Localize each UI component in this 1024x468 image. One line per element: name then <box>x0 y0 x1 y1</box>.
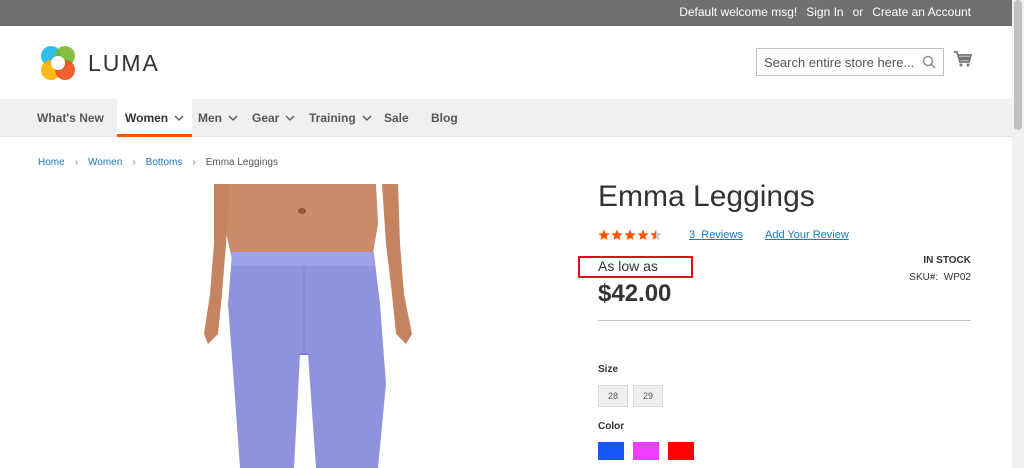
nav-item-label: Men <box>198 111 222 125</box>
search-icon[interactable] <box>922 55 936 69</box>
search-input[interactable] <box>757 49 917 75</box>
nav-item-label: What's New <box>37 111 104 125</box>
nav-item-blog[interactable]: Blog <box>431 99 458 137</box>
breadcrumb-separator-icon: › <box>74 157 79 168</box>
star-icon <box>598 229 610 240</box>
size-label: Size <box>598 364 619 375</box>
stock-status: In stock <box>923 255 971 266</box>
breadcrumb-separator-icon: › <box>192 157 196 168</box>
logo[interactable]: LUMA <box>38 43 160 83</box>
chevron-down-icon <box>228 115 238 121</box>
nav-item-gear[interactable]: Gear <box>252 99 295 137</box>
nav-item-training[interactable]: Training <box>309 99 372 137</box>
color-option-blue[interactable] <box>598 442 624 460</box>
logo-text: LUMA <box>88 49 160 76</box>
size-option-29[interactable]: 29 <box>633 385 663 407</box>
nav-item-sale[interactable]: Sale <box>384 99 409 137</box>
breadcrumb-women[interactable]: Women <box>88 157 122 168</box>
star-icon <box>611 229 623 240</box>
rating-stars <box>598 229 662 241</box>
color-label: Color <box>598 421 625 432</box>
breadcrumb: Home › Women › Bottoms › Emma Leggings <box>38 157 278 168</box>
reviews-label: Reviews <box>701 229 743 241</box>
nav-item-label: Gear <box>252 111 280 125</box>
scrollbar-thumb[interactable] <box>1014 0 1022 130</box>
header: LUMA <box>0 26 1012 99</box>
luma-logo-icon <box>41 46 75 80</box>
sku-label: SKU#: <box>909 272 939 283</box>
sku-value: WP02 <box>943 272 971 283</box>
welcome-message: Default welcome msg! <box>679 5 798 19</box>
highlight-box <box>578 256 693 278</box>
nav-item-label: Blog <box>431 111 458 125</box>
create-account-link[interactable]: Create an Account <box>872 5 971 19</box>
product-price: $42.00 <box>598 280 672 307</box>
top-bar: Default welcome msg! Sign In or Create a… <box>0 0 1024 26</box>
breadcrumb-current: Emma Leggings <box>205 157 278 168</box>
nav-item-label: Training <box>309 111 356 125</box>
divider <box>598 320 971 321</box>
scrollbar[interactable] <box>1012 0 1024 468</box>
nav-item-men[interactable]: Men <box>198 99 238 137</box>
or-text: or <box>852 5 864 19</box>
cart-icon[interactable] <box>954 51 972 67</box>
color-option-red[interactable] <box>668 442 694 460</box>
nav-item-label: Sale <box>384 111 409 125</box>
star-icon <box>650 229 662 240</box>
chevron-down-icon <box>285 115 295 121</box>
reviews-link[interactable]: 3 Reviews <box>689 229 743 241</box>
product-image[interactable] <box>196 184 426 468</box>
star-icon <box>624 229 636 240</box>
breadcrumb-home[interactable]: Home <box>38 157 65 168</box>
breadcrumb-separator-icon: › <box>132 157 136 168</box>
main-nav: What's New Women Men Gear Training Sale … <box>0 99 1012 137</box>
search-box <box>756 48 944 76</box>
product-photo <box>196 184 426 468</box>
color-option-purple[interactable] <box>633 442 659 460</box>
product-title: Emma Leggings <box>598 180 815 213</box>
chevron-down-icon <box>362 115 372 121</box>
nav-item-label: Women <box>125 111 169 125</box>
nav-item-women[interactable]: Women <box>117 99 193 137</box>
star-icon <box>637 229 649 240</box>
product-sku: SKU#: WP02 <box>909 272 971 283</box>
product-rating <box>598 229 662 241</box>
sign-in-link[interactable]: Sign In <box>806 5 843 19</box>
review-count: 3 <box>689 229 696 241</box>
nav-item-whats-new[interactable]: What's New <box>37 99 104 137</box>
breadcrumb-bottoms[interactable]: Bottoms <box>146 157 183 168</box>
size-option-28[interactable]: 28 <box>598 385 628 407</box>
chevron-down-icon <box>174 115 184 121</box>
add-review-link[interactable]: Add Your Review <box>765 229 849 241</box>
